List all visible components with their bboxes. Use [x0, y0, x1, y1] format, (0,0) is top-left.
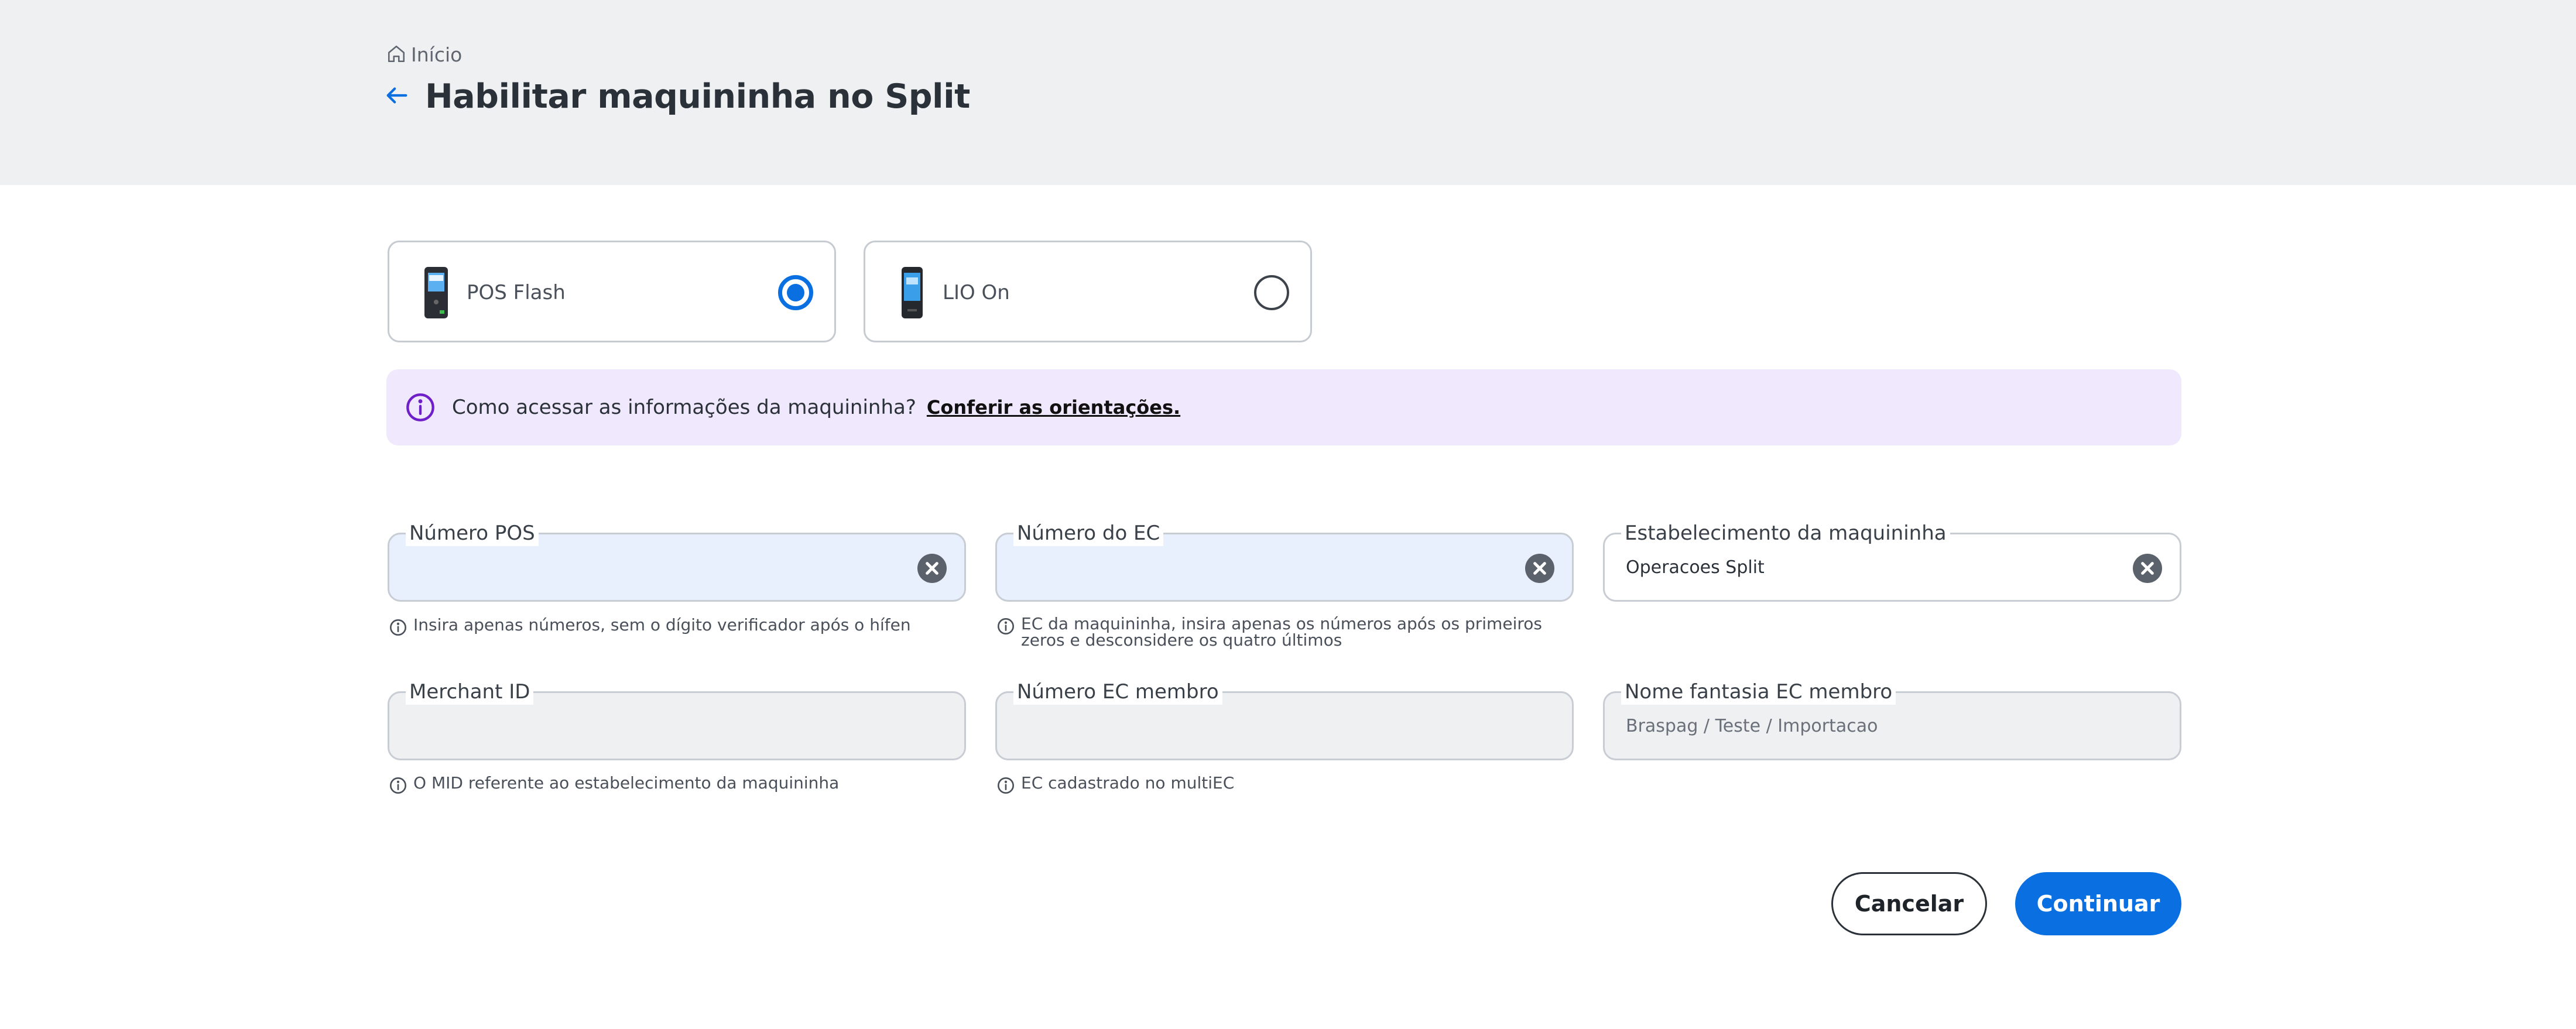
device-label: LIO On	[943, 281, 1010, 304]
page-title: Habilitar maquininha no Split	[425, 77, 970, 116]
numero-pos-input[interactable]	[410, 534, 914, 600]
hint-line-2: zeros e desconsidere os quatro últimos	[1021, 630, 1342, 650]
estabelecimento-input[interactable]	[1626, 534, 2129, 600]
page-header: Início Habilitar maquininha no Split	[0, 0, 2576, 185]
lio-terminal-icon	[899, 267, 925, 318]
pos-terminal-icon	[423, 267, 449, 318]
numero-pos-hint: Insira apenas números, sem o dígito veri…	[389, 617, 911, 639]
numero-ec-membro-field[interactable]: Número EC membro	[995, 679, 1574, 760]
arrow-left-icon	[383, 82, 410, 111]
guidelines-link[interactable]: Conferir as orientações.	[927, 396, 1180, 419]
breadcrumb-home-link[interactable]: Início	[411, 43, 462, 66]
device-label: POS Flash	[467, 281, 566, 304]
hint-text: Insira apenas números, sem o dígito veri…	[413, 615, 911, 634]
hint-text: EC da maquininha, insira apenas os númer…	[1021, 616, 1542, 649]
nome-fantasia-input[interactable]	[1626, 693, 2129, 759]
cancel-button[interactable]: Cancelar	[1831, 872, 1987, 935]
info-text: Como acessar as informações da maquininh…	[452, 396, 916, 419]
continue-button[interactable]: Continuar	[2015, 872, 2181, 935]
numero-pos-field[interactable]: Número POS	[388, 520, 966, 602]
numero-ec-input[interactable]	[1018, 534, 1522, 600]
numero-ec-hint: EC da maquininha, insira apenas os númer…	[996, 616, 1542, 649]
device-option-pos-flash[interactable]: POS Flash	[388, 241, 836, 342]
nome-fantasia-field[interactable]: Nome fantasia EC membro	[1603, 679, 2181, 760]
home-icon	[386, 44, 406, 66]
estabelecimento-field[interactable]: Estabelecimento da maquininha	[1603, 520, 2181, 602]
merchant-id-field[interactable]: Merchant ID	[388, 679, 966, 760]
numero-ec-field[interactable]: Número do EC	[995, 520, 1574, 602]
clear-icon[interactable]	[2133, 554, 2162, 583]
breadcrumb[interactable]: Início	[386, 43, 462, 66]
device-option-lio-on[interactable]: LIO On	[864, 241, 1312, 342]
clear-icon[interactable]	[917, 554, 947, 583]
numero-ec-membro-input[interactable]	[1018, 693, 1522, 759]
info-circle-icon	[389, 775, 407, 797]
hint-text: O MID referente ao estabelecimento da ma…	[413, 773, 840, 793]
radio-selected[interactable]	[778, 275, 813, 310]
merchant-id-hint: O MID referente ao estabelecimento da ma…	[389, 775, 839, 797]
numero-ec-membro-hint: EC cadastrado no multiEC	[996, 775, 1234, 797]
info-circle-icon	[996, 775, 1015, 797]
radio-unselected[interactable]	[1254, 275, 1289, 310]
info-circle-icon	[389, 617, 407, 639]
info-circle-icon	[996, 616, 1015, 638]
clear-icon[interactable]	[1525, 554, 1554, 583]
merchant-id-input[interactable]	[410, 693, 914, 759]
info-icon	[405, 392, 436, 423]
hint-text: EC cadastrado no multiEC	[1021, 773, 1235, 793]
info-banner: Como acessar as informações da maquininh…	[386, 369, 2181, 445]
back-button[interactable]	[382, 81, 412, 112]
